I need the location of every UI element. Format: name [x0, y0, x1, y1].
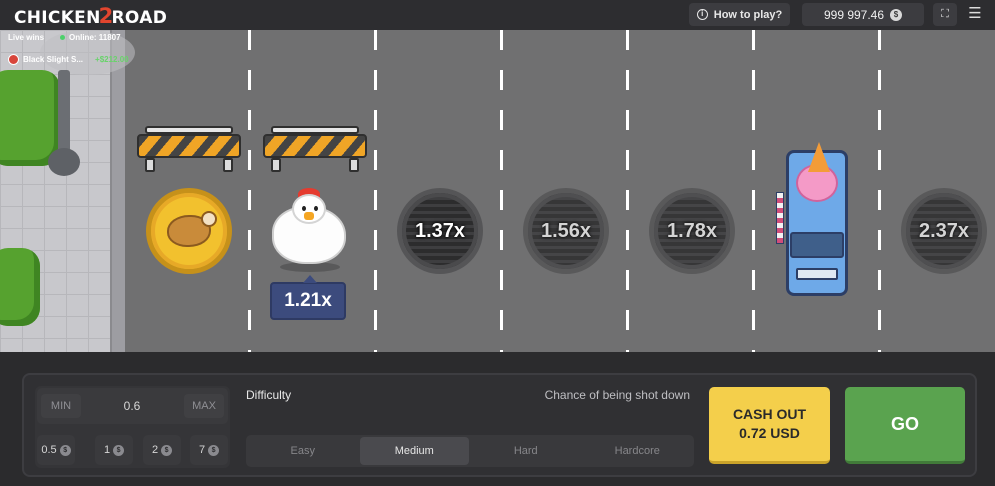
top-bar: CHICKEN2ROAD i How to play? 999 997.46 $… — [0, 0, 995, 30]
road-barrier — [263, 126, 367, 172]
online-count-text: Online: 11807 — [69, 33, 121, 42]
fullscreen-icon: ⛶ — [941, 8, 949, 20]
completed-lane-manhole — [146, 188, 232, 274]
bet-amount-value[interactable]: 0.6 — [87, 394, 177, 418]
balance-display: 999 997.46 $ — [802, 3, 924, 26]
lane-divider — [374, 30, 377, 352]
lamp-base — [48, 148, 80, 176]
live-wins-label: Live wins — [8, 33, 45, 42]
bet-controls: MIN 0.6 MAX 0.5 $ 1 $ 2 $ 7 $ — [35, 386, 230, 468]
cash-out-button[interactable]: CASH OUT 0.72 USD — [709, 387, 830, 464]
lane-divider — [626, 30, 629, 352]
chance-label: Chance of being shot down — [544, 388, 690, 402]
difficulty-option-hardcore[interactable]: Hardcore — [583, 437, 693, 465]
dollar-coin-icon: $ — [113, 444, 125, 456]
chicken-player — [268, 188, 350, 272]
bet-amount-field[interactable]: MIN 0.6 MAX — [37, 388, 228, 424]
lane-multiplier: 1.78x — [666, 219, 718, 242]
curb — [110, 30, 125, 352]
dollar-coin-icon: $ — [59, 444, 71, 456]
winner-amount: +$212.00 — [95, 55, 129, 64]
lane-divider — [500, 30, 503, 352]
current-multiplier-badge: 1.21x — [270, 275, 346, 320]
how-to-play-label: How to play? — [713, 8, 783, 21]
lamp-post — [58, 70, 70, 158]
max-bet-button[interactable]: MAX — [184, 394, 224, 418]
dollar-coin-icon: $ — [890, 8, 903, 21]
dollar-coin-icon: $ — [208, 444, 220, 456]
how-to-play-button[interactable]: i How to play? — [689, 3, 790, 26]
lane-manhole[interactable]: 1.56x — [523, 188, 609, 274]
bet-preset-label: 0.5 — [41, 444, 57, 456]
game-logo: CHICKEN2ROAD — [14, 4, 167, 28]
lane-manhole[interactable]: 2.37x — [901, 188, 987, 274]
bet-preset-button[interactable]: 0.5 $ — [37, 435, 75, 465]
bet-preset-label: 7 — [198, 444, 206, 456]
lane-divider — [878, 30, 881, 352]
dollar-coin-icon: $ — [161, 444, 173, 456]
lane-manhole[interactable]: 1.78x — [649, 188, 735, 274]
logo-text-left: CHICKEN — [14, 8, 101, 28]
road-scene: Live wins Online: 11807 Black Slight S..… — [0, 30, 995, 352]
road-barrier — [137, 126, 241, 172]
cash-out-label: CASH OUT — [732, 406, 807, 422]
lane-multiplier: 1.56x — [540, 219, 592, 242]
min-bet-button[interactable]: MIN — [41, 394, 81, 418]
avatar — [8, 54, 19, 65]
online-dot-icon — [60, 35, 65, 40]
bet-preset-button[interactable]: 7 $ — [190, 435, 228, 465]
bush — [0, 248, 40, 326]
balance-value: 999 997.46 — [823, 7, 885, 22]
bush — [0, 70, 60, 166]
game-app: CHICKEN2ROAD i How to play? 999 997.46 $… — [0, 0, 995, 486]
ice-cream-truck — [776, 142, 852, 296]
lane-multiplier: 1.37x — [414, 219, 466, 242]
logo-text-two: 2 — [98, 4, 114, 28]
winner-name: Black Slight S... — [23, 55, 84, 64]
info-icon: i — [696, 9, 708, 20]
difficulty-label: Difficulty — [246, 388, 292, 402]
lane-divider — [752, 30, 755, 352]
hamburger-menu-icon: ☰ — [968, 5, 982, 22]
difficulty-selector: Easy Medium Hard Hardcore — [246, 435, 694, 467]
lane-divider — [248, 30, 251, 352]
bet-preset-button[interactable]: 1 $ — [95, 435, 133, 465]
difficulty-option-hard[interactable]: Hard — [471, 437, 581, 465]
lane-manhole[interactable]: 1.37x — [397, 188, 483, 274]
difficulty-option-easy[interactable]: Easy — [248, 437, 358, 465]
roast-chicken-icon — [167, 211, 217, 247]
cash-out-amount: 0.72 USD — [739, 425, 800, 441]
control-panel: MIN 0.6 MAX 0.5 $ 1 $ 2 $ 7 $ Difficulty Cha… — [22, 373, 977, 477]
bet-preset-button[interactable]: 2 $ — [143, 435, 181, 465]
logo-text-right: ROAD — [111, 8, 168, 28]
bet-preset-label: 1 — [103, 444, 111, 456]
lane-multiplier: 2.37x — [918, 219, 970, 242]
fullscreen-button[interactable]: ⛶ — [933, 3, 957, 26]
online-count: Online: 11807 — [60, 33, 121, 42]
bet-preset-label: 2 — [151, 444, 159, 456]
menu-button[interactable]: ☰ — [964, 5, 986, 25]
live-wins-feed: Live wins Online: 11807 Black Slight S..… — [0, 30, 140, 70]
difficulty-option-medium[interactable]: Medium — [359, 437, 469, 465]
live-win-entry: Black Slight S... +$212.00 — [8, 54, 129, 65]
go-button[interactable]: GO — [845, 387, 965, 464]
